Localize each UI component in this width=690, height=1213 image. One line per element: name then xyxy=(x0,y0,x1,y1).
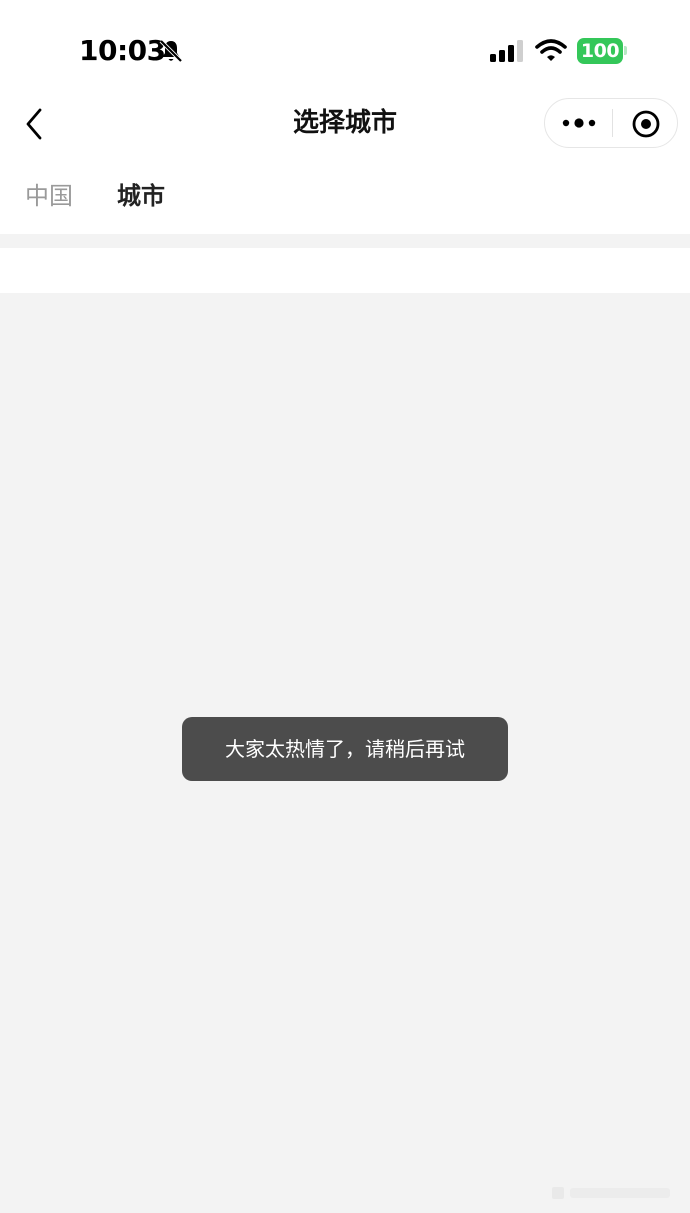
tab-china[interactable]: 中国 xyxy=(25,180,73,212)
capsule-divider xyxy=(612,109,613,137)
status-bar: 10:03 100 xyxy=(0,0,690,92)
wifi-icon xyxy=(535,39,567,61)
bell-muted-icon xyxy=(159,39,183,63)
toast-message: 大家太热情了，请稍后再试 xyxy=(182,717,508,781)
tab-city[interactable]: 城市 xyxy=(117,180,165,212)
watermark-logo xyxy=(552,1187,670,1199)
battery-indicator: 100 xyxy=(577,38,623,64)
more-button[interactable] xyxy=(561,109,597,137)
region-tabs: 中国 城市 xyxy=(0,156,690,234)
content-header-strip xyxy=(0,248,690,293)
target-close-icon xyxy=(632,110,660,138)
mini-program-capsule xyxy=(544,98,678,148)
status-time: 10:03 xyxy=(79,34,166,67)
navigation-bar: 选择城市 xyxy=(0,92,690,156)
battery-cap xyxy=(624,46,627,55)
cellular-signal-icon xyxy=(490,40,523,62)
more-dots-icon xyxy=(562,118,596,128)
close-button[interactable] xyxy=(631,109,661,139)
